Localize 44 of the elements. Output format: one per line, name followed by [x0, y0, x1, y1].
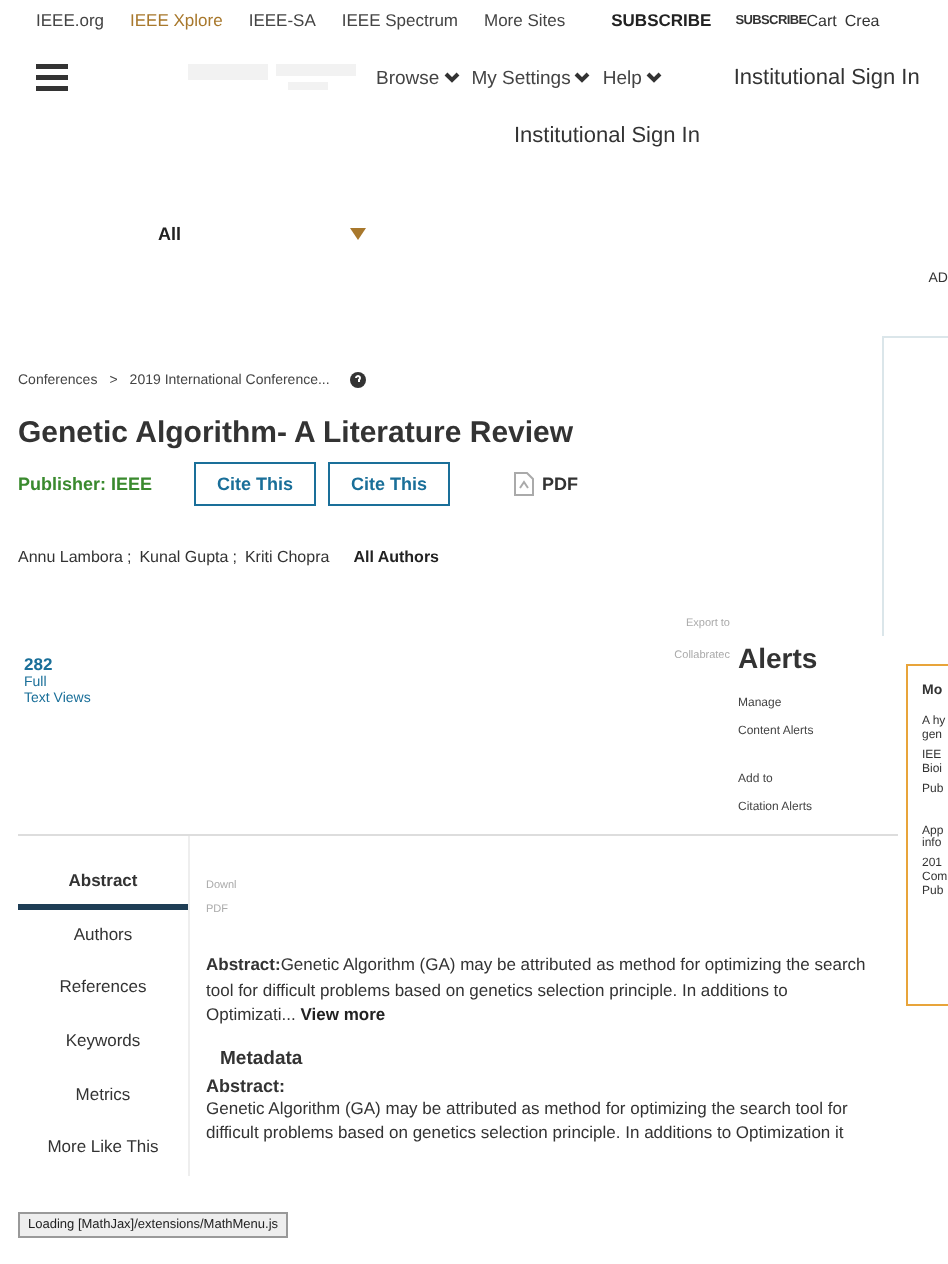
author-separator: ; — [126, 548, 132, 566]
article-title: Genetic Algorithm- A Literature Review — [18, 416, 576, 450]
section-tab[interactable]: Keywords — [18, 1016, 188, 1070]
abstract-text: Abstract:Genetic Algorithm (GA) may be attributed as method for optimizing the search tool for difficult problems based on genetics selection principle. In additions to Optimizati... View more — [206, 952, 868, 1027]
caret-icon — [350, 228, 366, 240]
section-tab[interactable]: More Like This — [18, 1122, 188, 1177]
top-link[interactable]: Crea — [844, 11, 880, 29]
sign-in-link[interactable]: Institutional Sign In — [514, 124, 948, 148]
top-link[interactable]: More Sites — [484, 10, 566, 30]
search-scope-dropdown[interactable]: All — [158, 224, 350, 244]
author-link[interactable]: Kriti Chopra — [244, 548, 330, 566]
top-link[interactable]: Cart — [806, 11, 837, 29]
top-link[interactable]: IEEE Spectrum — [341, 10, 458, 30]
section-tab[interactable]: Authors — [18, 909, 188, 963]
author-link[interactable]: Annu Lambora — [18, 548, 123, 566]
section-tab[interactable]: References — [18, 962, 188, 1017]
author-separator: ; — [232, 548, 237, 566]
chevron-down-icon — [574, 72, 591, 84]
nav-menu[interactable]: Help — [602, 67, 662, 89]
abstract-text: Genetic Algorithm (GA) may be attributed as method for optimizing the search tool for difficult problems based on genetics selection principle. In additions to Optimization it — [206, 1095, 850, 1145]
cite-button[interactable]: Cite This — [194, 462, 316, 506]
help-icon[interactable] — [349, 372, 366, 388]
document-icon — [514, 472, 534, 496]
menu-icon[interactable] — [36, 64, 68, 92]
alerts-heading: Alerts — [738, 642, 818, 674]
nav-menu[interactable]: My Settings — [471, 67, 591, 89]
subscribe-link[interactable]: SUBSCRIBE — [611, 10, 712, 30]
top-link[interactable]: IEEE Xplore — [130, 10, 223, 30]
chevron-down-icon — [645, 72, 662, 84]
view-more-link[interactable]: View more — [300, 1004, 386, 1024]
chevron-down-icon — [443, 72, 460, 84]
top-link[interactable]: IEEE.org — [36, 10, 105, 30]
author-link[interactable]: Kunal Gupta — [139, 548, 229, 566]
abstract-heading: Abstract: — [206, 1075, 288, 1095]
cite-button[interactable]: Cite This — [328, 462, 450, 506]
pdf-link[interactable]: PDF — [514, 472, 578, 496]
section-tab[interactable]: Abstract — [18, 856, 188, 910]
top-link[interactable]: IEEE-SA — [248, 10, 316, 30]
metadata-heading: Metadata — [220, 1047, 305, 1069]
all-authors-link[interactable]: All Authors — [353, 548, 439, 566]
section-tab[interactable]: Metrics — [18, 1069, 188, 1123]
publisher-label: Publisher: IEEE — [18, 474, 155, 494]
sign-in-link[interactable]: Institutional Sign In — [733, 66, 920, 90]
nav-menu[interactable]: Browse — [376, 67, 460, 89]
